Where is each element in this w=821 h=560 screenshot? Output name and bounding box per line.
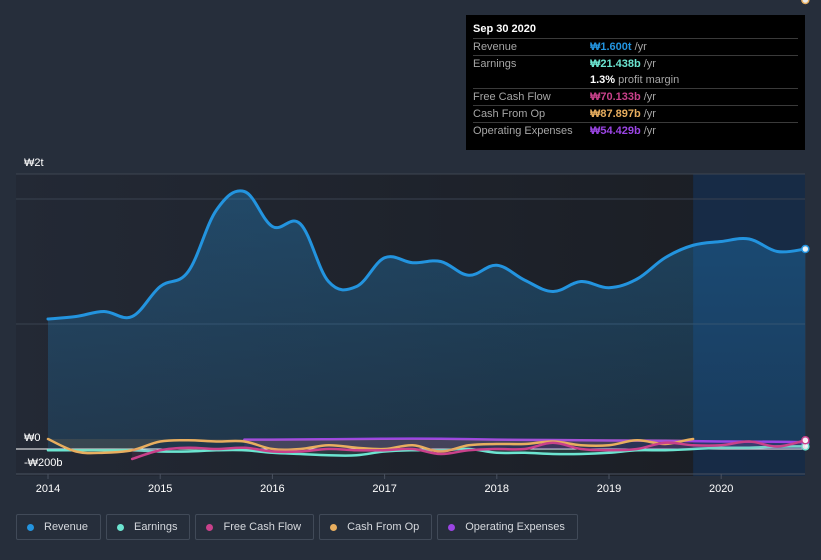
tooltip-row-unit: /yr — [643, 108, 656, 120]
legend-dot-icon — [330, 523, 338, 531]
tooltip-row-label: Cash From Op — [473, 108, 546, 120]
revenue-end-marker — [801, 244, 810, 254]
tooltip-row: Free Cash Flow ₩70.133b/yr — [473, 89, 798, 106]
legend: Revenue Earnings Free Cash Flow Cash From O… — [16, 514, 578, 540]
legend-label: Free Cash Flow — [223, 521, 302, 533]
legend-dot-icon — [117, 523, 125, 531]
tooltip-row: Earnings ₩21.438b/yr — [473, 56, 798, 72]
legend-dot-icon — [206, 523, 214, 531]
tooltip-row-unit: /yr — [643, 58, 656, 70]
tooltip-row-label: Earnings — [473, 58, 517, 70]
tooltip-row-value: ₩54.429b — [590, 125, 641, 137]
x-tick-label: 2014 — [36, 483, 60, 495]
tooltip-row: Cash From Op ₩87.897b/yr — [473, 106, 798, 123]
tooltip-row-value: ₩70.133b — [590, 91, 641, 103]
tooltip-row: Operating Expenses ₩54.429b/yr — [473, 123, 798, 139]
free-cash-flow-end-marker — [801, 436, 810, 445]
y-tick-label: -₩200b — [24, 457, 63, 469]
x-tick-label: 2016 — [260, 483, 284, 495]
x-tick-label: 2019 — [597, 483, 621, 495]
tooltip-row-label — [473, 72, 590, 88]
tooltip-row-label: Operating Expenses — [473, 125, 573, 137]
tooltip-date: Sep 30 2020 — [473, 21, 798, 39]
tooltip-row-label: Revenue — [473, 41, 518, 53]
tooltip-row: 1.3% profit margin — [473, 72, 798, 89]
legend-dot-icon — [448, 523, 456, 531]
tooltip-row-unit: /yr — [634, 41, 647, 53]
tooltip-row-value: ₩21.438b — [590, 58, 641, 70]
x-tick-label: 2020 — [709, 483, 733, 495]
tooltip-row-unit: /yr — [643, 91, 656, 103]
legend-label: Cash From Op — [347, 521, 420, 533]
legend-label: Earnings — [134, 521, 178, 533]
legend-item-free-cash-flow[interactable]: Free Cash Flow — [195, 514, 315, 540]
legend-item-revenue[interactable]: Revenue — [16, 514, 102, 540]
tooltip: Sep 30 2020 Revenue ₩1.600t/yr Earnings ₩21… — [466, 15, 805, 150]
tooltip-row-value: ₩87.897b — [590, 108, 641, 120]
cash-from-op-end-marker — [801, 0, 810, 5]
tooltip-row-value: 1.3% — [590, 74, 616, 86]
y-tick-label: ₩2t — [24, 157, 44, 169]
legend-label: Revenue — [44, 521, 89, 533]
legend-label: Operating Expenses — [465, 521, 565, 533]
tooltip-row-label: Free Cash Flow — [473, 91, 551, 103]
legend-dot-icon — [27, 523, 34, 531]
y-tick-label: ₩0 — [24, 432, 41, 444]
x-tick-label: 2018 — [485, 483, 509, 495]
tooltip-row-value: ₩1.600t — [590, 41, 632, 53]
x-tick-label: 2017 — [372, 483, 396, 495]
tooltip-row-unit: /yr — [643, 125, 656, 137]
tooltip-row: Revenue ₩1.600t/yr — [473, 39, 798, 56]
tooltip-row-unit: profit margin — [618, 74, 680, 86]
legend-item-earnings[interactable]: Earnings — [106, 514, 191, 540]
legend-item-cash-from-op[interactable]: Cash From Op — [319, 514, 433, 540]
legend-item-operating-expenses[interactable]: Operating Expenses — [437, 514, 578, 540]
x-tick-label: 2015 — [148, 483, 172, 495]
